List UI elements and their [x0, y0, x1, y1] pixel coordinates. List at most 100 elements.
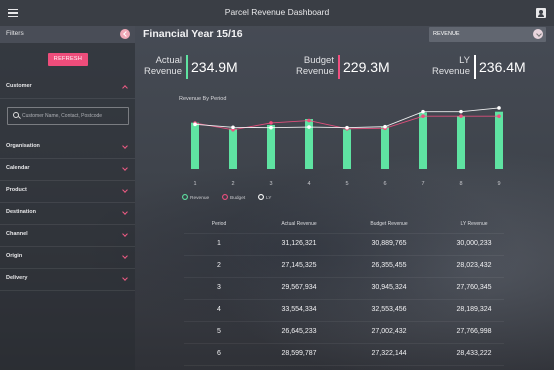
- section-label: Channel: [6, 231, 28, 237]
- section-calendar[interactable]: Calendar: [0, 158, 135, 181]
- header-period: Period: [211, 221, 227, 227]
- x-tick-label: 7: [421, 181, 424, 187]
- collapse-sidebar-icon[interactable]: [120, 29, 130, 39]
- app-title: Parcel Revenue Dashboard: [224, 7, 330, 17]
- chevron-down-icon: [122, 209, 128, 215]
- search-placeholder: Customer Name, Contact, Postcode: [22, 113, 103, 119]
- kpi-actual-accent: [186, 55, 188, 79]
- x-tick-label: 5: [345, 181, 348, 187]
- chevron-down-icon: [122, 165, 128, 171]
- kpi-label-line: Revenue: [295, 66, 334, 77]
- section-label: Origin: [6, 253, 23, 259]
- kpi-label-line: Budget: [303, 55, 334, 66]
- section-delivery[interactable]: Delivery: [0, 268, 135, 291]
- refresh-button[interactable]: REFRESH: [48, 53, 88, 66]
- legend-marker: [258, 194, 264, 200]
- kpi-label-line: Revenue: [431, 66, 470, 77]
- section-origin[interactable]: Origin: [0, 246, 135, 269]
- section-label: Destination: [6, 209, 36, 215]
- table-row[interactable]: 2 27,145,325 26,355,455 28,023,432: [184, 256, 504, 278]
- chart-bar: [381, 126, 389, 169]
- chart-point: [231, 125, 235, 130]
- kpi-budget-label: Budget Revenue: [290, 55, 334, 77]
- section-label: Calendar: [6, 165, 30, 171]
- x-tick-label: 2: [231, 181, 234, 187]
- chevron-down-icon: [122, 143, 128, 149]
- cell-ly: 28,433,222: [456, 350, 492, 357]
- chart-point: [193, 122, 197, 127]
- cell-ly: 27,760,345: [456, 284, 492, 291]
- revenue-by-period-chart: Revenue By Period 1 2 3 4 5 6 7 8 9 Revenue Budge…: [179, 96, 503, 201]
- filters-sidebar: Filters REFRESH Customer Customer Name, …: [0, 26, 135, 370]
- filters-header: Filters: [0, 26, 135, 43]
- legend-marker: [222, 194, 228, 200]
- chart-series-line: [194, 107, 500, 129]
- section-label: Product: [6, 187, 27, 193]
- chart-point: [269, 121, 273, 125]
- kpi-actual-label: Actual Revenue: [140, 55, 182, 77]
- kpi-label-line: Revenue: [143, 66, 182, 77]
- chart-point: [307, 118, 311, 123]
- x-tick-label: 6: [383, 181, 386, 187]
- legend-label: LY: [266, 195, 272, 201]
- header-ly: LY Revenue: [460, 221, 488, 227]
- chart-point: [421, 109, 425, 114]
- kpi-label-line: LY: [459, 55, 470, 66]
- chart-bar: [229, 128, 237, 169]
- cell-period: 2: [217, 262, 221, 269]
- kpi-label-line: Actual: [155, 55, 182, 66]
- chart-bar: [267, 124, 275, 169]
- customer-search-input[interactable]: Customer Name, Contact, Postcode: [7, 107, 129, 125]
- cell-ly: 28,023,432: [456, 262, 492, 269]
- filters-title: Filters: [6, 30, 24, 37]
- chart-point: [497, 114, 501, 118]
- chart-point: [459, 114, 463, 118]
- chart-point: [459, 109, 463, 114]
- section-customer[interactable]: Customer: [0, 76, 135, 99]
- table-row[interactable]: 3 29,567,934 30,945,324 27,760,345: [184, 278, 504, 300]
- x-tick-label: 1: [193, 181, 196, 187]
- table-row[interactable]: 4 33,554,334 32,553,456 28,189,324: [184, 300, 504, 322]
- cell-ly: 28,189,324: [456, 306, 492, 313]
- chart-point: [307, 125, 311, 129]
- cell-ly: 27,766,998: [456, 328, 492, 335]
- cell-period: 4: [217, 306, 221, 313]
- metric-select[interactable]: REVENUE: [429, 27, 546, 42]
- kpi-budget-value: 229.3M: [343, 59, 390, 75]
- chevron-down-icon: [533, 29, 543, 39]
- page-title: Financial Year 15/16: [143, 28, 243, 40]
- kpi-ly-label: LY Revenue: [426, 55, 470, 77]
- table-row[interactable]: 5 26,645,233 27,002,432 27,766,998: [184, 322, 504, 344]
- user-icon[interactable]: [536, 8, 546, 18]
- x-tick-label: 8: [459, 181, 462, 187]
- chart-bar: [419, 112, 427, 169]
- table-row[interactable]: 6 28,599,787 27,322,144 28,433,222: [184, 344, 504, 366]
- chart-point: [345, 125, 349, 130]
- search-icon: [13, 112, 19, 118]
- x-tick-label: 9: [497, 181, 500, 187]
- chevron-down-icon: [122, 275, 128, 281]
- kpi-actual-value: 234.9M: [191, 59, 238, 75]
- cell-ly: 30,000,233: [456, 240, 492, 247]
- table-header: Period Actual Revenue Budget Revenue LY …: [184, 215, 504, 234]
- x-tick-label: 3: [269, 181, 272, 187]
- chart-bar: [343, 129, 351, 169]
- cell-period: 5: [217, 328, 221, 335]
- section-destination[interactable]: Destination: [0, 202, 135, 225]
- section-product[interactable]: Product: [0, 180, 135, 203]
- chart-bar: [191, 122, 199, 169]
- kpi-budget-accent: [338, 55, 340, 79]
- x-tick-label: 4: [307, 181, 310, 187]
- chevron-down-icon: [122, 187, 128, 193]
- section-label: Customer: [6, 83, 32, 89]
- legend-label: Revenue: [190, 195, 210, 201]
- chevron-up-icon: [122, 85, 128, 91]
- chevron-down-icon: [122, 253, 128, 259]
- cell-period: 1: [217, 240, 221, 247]
- chart-title: Revenue By Period: [179, 96, 226, 102]
- chart-point: [497, 106, 501, 110]
- section-organisation[interactable]: Organisation: [0, 136, 135, 159]
- section-channel[interactable]: Channel: [0, 224, 135, 247]
- section-label: Delivery: [6, 275, 28, 281]
- table-row[interactable]: 1 31,126,321 30,889,765 30,000,233: [184, 234, 504, 256]
